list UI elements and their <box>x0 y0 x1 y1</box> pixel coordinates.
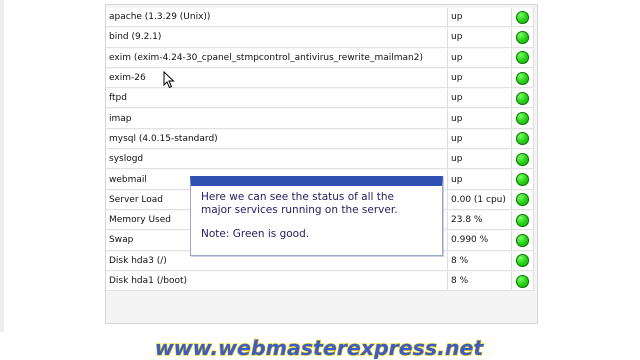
green-circle-icon <box>516 274 529 288</box>
table-row: imap up <box>106 108 534 129</box>
table-row: mysql (4.0.15-standard) up <box>106 128 534 150</box>
service-status: up <box>448 149 512 170</box>
service-name: Disk hda1 (/boot) <box>106 270 448 292</box>
watermark-logo: www.webmasterexpress.net <box>154 337 485 359</box>
green-circle-icon <box>516 233 529 247</box>
green-circle-icon <box>516 51 529 65</box>
green-circle-icon <box>516 213 529 227</box>
callout-text-line: Here we can see the status of all the <box>201 191 395 203</box>
left-edge <box>0 0 4 332</box>
table-row: exim (exim-4.24-30_cpanel_stmpcontrol_an… <box>106 47 534 68</box>
green-circle-icon <box>516 71 529 85</box>
table-row: apache (1.3.29 (Unix)) up <box>106 7 534 28</box>
mouse-pointer-icon <box>163 71 175 89</box>
service-name: ftpd <box>106 88 448 109</box>
callout-text-line: major services running on the server. <box>201 204 398 216</box>
service-status: 0.990 % <box>448 230 512 251</box>
service-status: up <box>448 108 512 129</box>
table-row: ftpd up <box>106 88 534 109</box>
service-status: 8 % <box>448 250 512 271</box>
service-name: bind (9.2.1) <box>106 27 448 48</box>
service-name: exim (exim-4.24-30_cpanel_stmpcontrol_an… <box>106 47 448 68</box>
service-status: up <box>448 88 512 109</box>
table-row: bind (9.2.1) up <box>106 27 534 48</box>
green-circle-icon <box>516 254 529 268</box>
service-name: mysql (4.0.15-standard) <box>106 128 448 150</box>
green-circle-icon <box>516 91 529 105</box>
service-name: imap <box>106 108 448 129</box>
service-status: 8 % <box>448 270 512 292</box>
service-status: up <box>448 128 512 150</box>
service-status: up <box>448 169 512 190</box>
watermark-text: www.webmasterexpress.net <box>155 337 485 359</box>
green-circle-icon <box>516 10 529 24</box>
green-circle-icon <box>516 112 529 126</box>
service-status: up <box>448 27 512 48</box>
green-circle-icon <box>516 30 529 44</box>
callout-note: Note: Green is good. <box>201 228 310 240</box>
green-circle-icon <box>516 173 529 187</box>
service-name: apache (1.3.29 (Unix)) <box>106 7 448 28</box>
green-circle-icon <box>516 152 529 166</box>
service-status: 0.00 (1 cpu) <box>448 189 512 210</box>
service-status: 23.8 % <box>448 209 512 231</box>
green-circle-icon <box>516 193 529 207</box>
service-status: up <box>448 67 512 89</box>
table-row: syslogd up <box>106 149 534 170</box>
service-status: up <box>448 7 512 28</box>
service-status: up <box>448 47 512 68</box>
service-name: exim-26 <box>106 67 448 89</box>
service-name: syslogd <box>106 149 448 170</box>
tutorial-callout: Here we can see the status of all the ma… <box>190 176 443 256</box>
green-circle-icon <box>516 132 529 146</box>
table-row: Disk hda1 (/boot) 8 % <box>106 270 534 292</box>
screen: apache (1.3.29 (Unix)) up bind (9.2.1) u… <box>0 0 640 360</box>
